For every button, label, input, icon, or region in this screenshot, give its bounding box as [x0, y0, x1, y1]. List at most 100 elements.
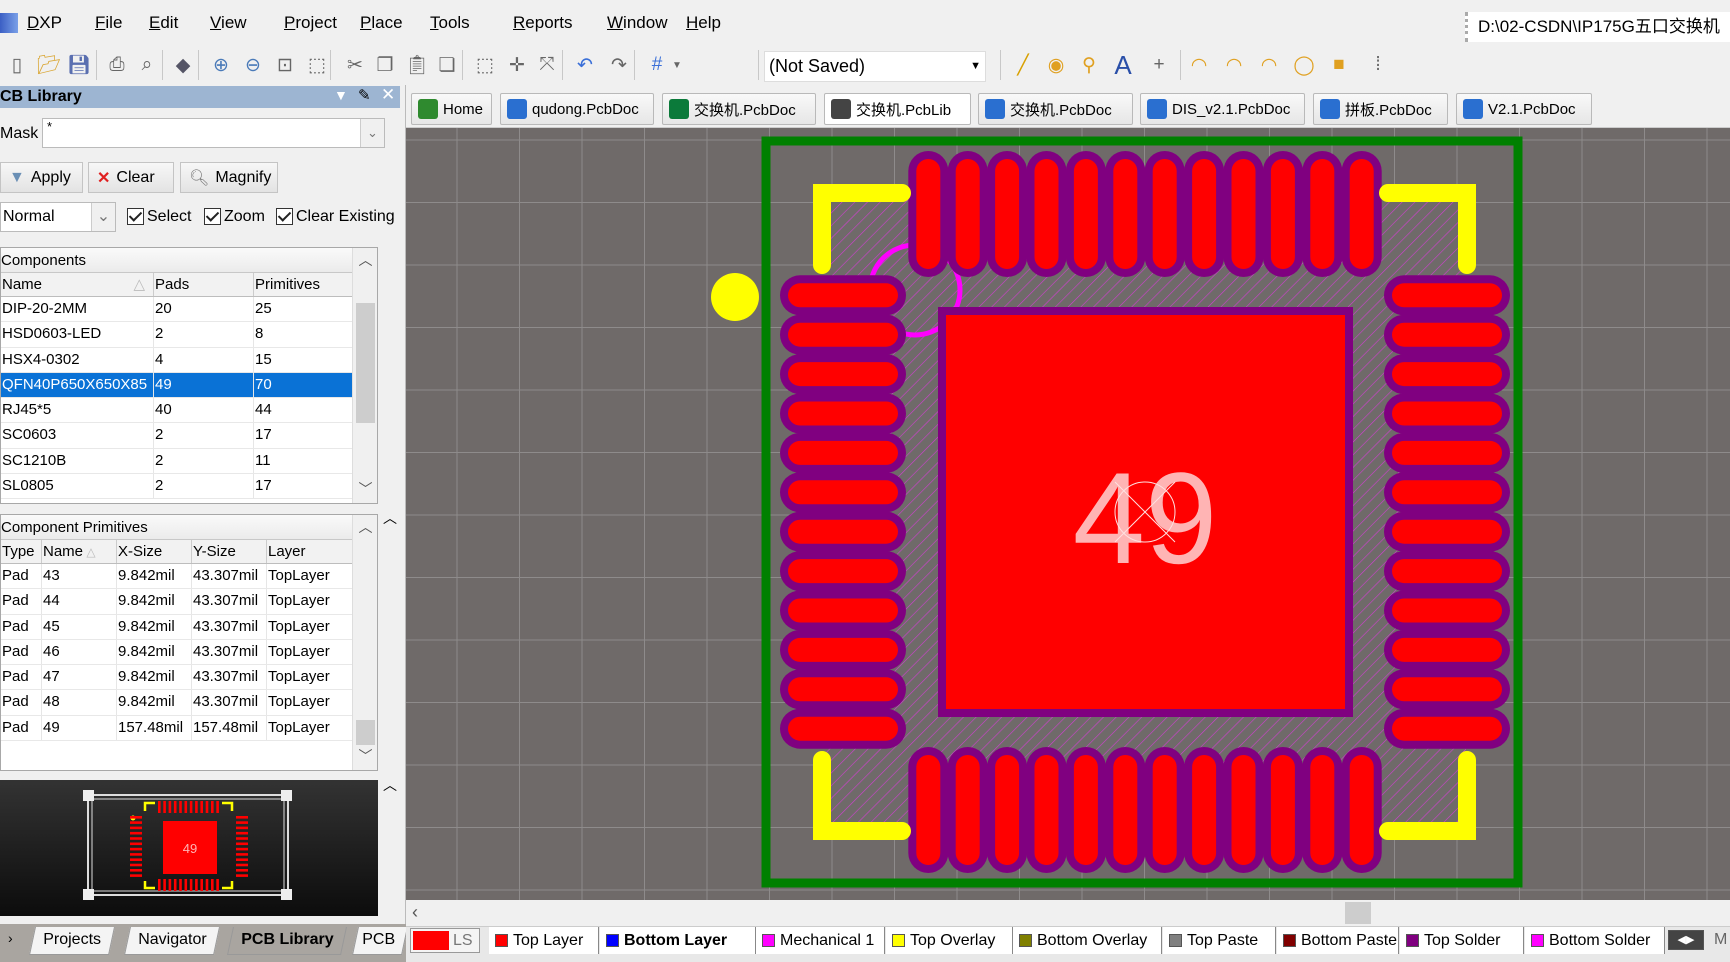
primitive-row[interactable]: Pad 43 9.842mil 43.307mil TopLayer [1, 564, 353, 590]
component-row[interactable]: HSX4-0302 4 15 [1, 347, 353, 373]
pad-21[interactable] [1231, 755, 1256, 865]
grid-dropdown-icon[interactable]: ▼ [664, 52, 690, 78]
pad-39[interactable] [1270, 159, 1295, 269]
zoom-out-icon[interactable]: ⊖ [240, 52, 266, 78]
pad-32[interactable] [1392, 440, 1502, 465]
tab-pcb-library[interactable]: PCB Library [227, 927, 348, 955]
scroll-down-icon[interactable]: ﹀ [353, 479, 377, 501]
mask-input[interactable]: * ⌄ [42, 118, 385, 148]
copy-icon[interactable]: ❐ [372, 52, 398, 78]
doc-tab-0[interactable]: Home [411, 93, 492, 125]
arc-any-icon[interactable]: ◠ [1256, 52, 1282, 78]
menu-help[interactable]: Help [686, 13, 721, 33]
menu-dxp[interactable]: DXP [27, 13, 62, 33]
collapse-up-icon[interactable]: ︿ [383, 775, 397, 795]
scroll-thumb[interactable] [356, 720, 375, 745]
layer-tab-top-solder[interactable]: Top Solder [1400, 927, 1524, 954]
line-icon[interactable]: ╱ [1010, 52, 1036, 78]
component-row[interactable]: DIP-20-2MM 20 25 [1, 297, 353, 323]
pad-23[interactable] [1310, 755, 1335, 865]
apply-button[interactable]: ▼ Apply [0, 162, 83, 193]
zoom-fit-icon[interactable]: ⊡ [272, 52, 298, 78]
coordinate-icon[interactable]: + [1146, 52, 1172, 78]
pad-42[interactable] [1152, 159, 1177, 269]
pad-13[interactable] [916, 755, 941, 865]
doc-tab-1[interactable]: qudong.PcbDoc [500, 93, 654, 125]
zoom-in-icon[interactable]: ⊕ [208, 52, 234, 78]
tab-scroll-right-icon[interactable]: › [8, 930, 13, 946]
pad-31[interactable] [1392, 480, 1502, 505]
pad-38[interactable] [1310, 159, 1335, 269]
scroll-up-icon[interactable]: ︿ [353, 517, 377, 539]
menu-reports[interactable]: Reports [513, 13, 573, 33]
menu-edit[interactable]: Edit [149, 13, 178, 33]
pad-27[interactable] [1392, 637, 1502, 662]
pad-5[interactable] [788, 440, 898, 465]
scroll-thumb[interactable] [1345, 902, 1371, 924]
arc-edge-icon[interactable]: ◠ [1221, 52, 1247, 78]
pad-47[interactable] [955, 159, 980, 269]
pad-14[interactable] [955, 755, 980, 865]
pad-3[interactable] [788, 362, 898, 387]
close-icon[interactable]: ✕ [381, 85, 395, 105]
layer-tab-bottom-paste[interactable]: Bottom Paste [1277, 927, 1399, 954]
pad-4[interactable] [788, 401, 898, 426]
select-rect-icon[interactable]: ⬚ [472, 52, 498, 78]
zoom-checkbox[interactable]: Zoom [204, 208, 265, 226]
layer-tab-bottom-solder[interactable]: Bottom Solder [1525, 927, 1665, 954]
paste-icon[interactable]: 📋︎ [404, 52, 430, 78]
menu-project[interactable]: Project [284, 13, 337, 33]
primitive-row[interactable]: Pad 47 9.842mil 43.307mil TopLayer [1, 665, 353, 691]
layer-tab-overflow[interactable]: M [1714, 931, 1727, 949]
tab-projects[interactable]: Projects [29, 927, 115, 955]
menu-window[interactable]: Window [607, 13, 667, 33]
scroll-left-icon[interactable]: ‹ [412, 902, 418, 923]
pad-37[interactable] [1349, 159, 1374, 269]
pad-20[interactable] [1192, 755, 1217, 865]
primitive-row[interactable]: Pad 44 9.842mil 43.307mil TopLayer [1, 589, 353, 615]
pad-8[interactable] [788, 559, 898, 584]
array-icon[interactable]: ⁞ [1365, 52, 1391, 78]
pad-40[interactable] [1231, 159, 1256, 269]
chevron-down-icon[interactable]: ⌄ [360, 119, 384, 147]
cut-icon[interactable]: ✂ [342, 52, 368, 78]
magnify-button[interactable]: 🔍︎ Magnify [180, 162, 278, 193]
pad-6[interactable] [788, 480, 898, 505]
pin-icon[interactable]: ✎ [358, 86, 371, 104]
doc-tab-4[interactable]: 交换机.PcbDoc [978, 93, 1133, 125]
doc-tab-5[interactable]: DIS_v2.1.PcbDoc [1140, 93, 1305, 125]
deselect-icon[interactable]: ⤧ [534, 52, 560, 78]
col-y-size[interactable]: Y-Size [192, 540, 267, 563]
col-type[interactable]: Type [1, 540, 42, 563]
footprint-preview[interactable]: 49 [0, 780, 378, 916]
col-x-size[interactable]: X-Size [117, 540, 192, 563]
primitive-row[interactable]: Pad 48 9.842mil 43.307mil TopLayer [1, 690, 353, 716]
component-row[interactable]: HSD0603-LED 2 8 [1, 322, 353, 348]
primitive-row[interactable]: Pad 49 157.48mil 157.48mil TopLayer [1, 715, 353, 742]
fill-icon[interactable]: ■ [1326, 52, 1352, 78]
pad-36[interactable] [1392, 283, 1502, 308]
pad-26[interactable] [1392, 677, 1502, 702]
component-row[interactable]: RJ45*5 40 44 [1, 398, 353, 424]
mode-select[interactable]: Normal ⌄ [0, 202, 116, 232]
pad-25[interactable] [1392, 716, 1502, 741]
primitive-row[interactable]: Pad 46 9.842mil 43.307mil TopLayer [1, 639, 353, 666]
col-name[interactable]: Name △ [1, 273, 154, 296]
pad-41[interactable] [1192, 159, 1217, 269]
pad-48[interactable] [916, 159, 941, 269]
pad-45[interactable] [1034, 159, 1059, 269]
pad-9[interactable] [788, 598, 898, 623]
chevron-down-icon[interactable]: ▼ [970, 52, 981, 81]
dxp-logo-icon[interactable] [0, 13, 18, 33]
pad-46[interactable] [995, 159, 1020, 269]
component-row[interactable]: QFN40P650X650X85 49 70 [1, 372, 353, 399]
paste-special-icon[interactable]: ❏ [434, 52, 460, 78]
col-pads[interactable]: Pads [154, 273, 254, 296]
layer-tab-mechanical-1[interactable]: Mechanical 1 [756, 927, 885, 954]
pad-30[interactable] [1392, 519, 1502, 544]
canvas-hscrollbar[interactable]: ‹ [406, 900, 1730, 926]
pad-12[interactable] [788, 716, 898, 741]
print-icon[interactable]: ⎙ [104, 52, 130, 78]
tab-navigator[interactable]: Navigator [124, 927, 221, 955]
menu-file[interactable]: File [95, 13, 122, 33]
